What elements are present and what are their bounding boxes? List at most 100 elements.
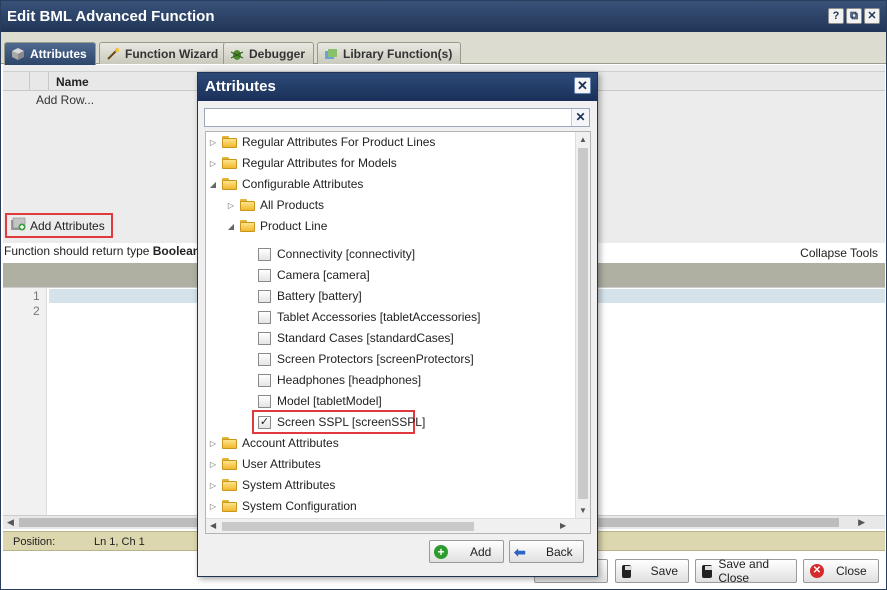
scroll-left-arrow-icon[interactable]: ◀ [7,517,14,528]
tab-function-wizard[interactable]: Function Wizard [99,42,228,64]
scroll-up-arrow-icon[interactable]: ▲ [579,135,587,144]
tab-bar: Attributes Function Wizard Debugger Libr… [1,32,886,65]
wand-icon [106,47,120,60]
checkbox[interactable] [258,331,271,345]
tab-attributes-label: Attributes [30,47,87,61]
tree-node-user-attributes[interactable]: ▷ User Attributes [208,454,321,474]
collapse-tools-link[interactable]: Collapse Tools [800,246,878,260]
folder-icon [222,458,237,470]
add-attributes-button[interactable]: Add Attributes [5,213,113,238]
folder-icon [222,178,237,190]
attribute-checkbox-item-selected[interactable]: ✓ Screen SSPL [screenSSPL] [258,412,425,432]
tab-attributes[interactable]: Attributes [4,42,96,65]
scroll-down-arrow-icon[interactable]: ▼ [579,506,587,515]
attribute-search-box: ✕ [204,108,590,127]
save-and-close-label: Save and Close [718,557,770,585]
tree-node-system-attributes[interactable]: ▷ System Attributes [208,475,335,495]
close-window-button[interactable]: ✕ [864,8,880,24]
back-button[interactable]: ⬅ Back [509,540,584,563]
scroll-left-arrow-icon[interactable]: ◀ [210,521,216,530]
tree-node-label: Regular Attributes For Product Lines [242,135,436,149]
checkbox[interactable] [258,268,271,282]
scrollbar-thumb[interactable] [222,522,474,531]
folder-icon [222,500,237,512]
tree-vertical-scrollbar[interactable]: ▲ ▼ [575,132,590,518]
floppy-disk-icon [622,564,632,578]
save-button[interactable]: Save [615,559,689,583]
attribute-checkbox-item[interactable]: Screen Protectors [screenProtectors] [258,349,474,369]
checkbox[interactable] [258,373,271,387]
column-name-header[interactable]: Name [56,75,89,89]
attribute-checkbox-item[interactable]: Camera [camera] [258,265,370,285]
close-label: Close [836,564,867,578]
attribute-checkbox-item[interactable]: Battery [battery] [258,286,362,306]
dialog-close-button[interactable]: ✕ [574,77,591,94]
attribute-label: Tablet Accessories [tabletAccessories] [277,310,481,324]
scroll-right-arrow-icon[interactable]: ▶ [858,517,865,528]
attribute-checkbox-item[interactable]: Headphones [headphones] [258,370,421,390]
save-and-close-button[interactable]: Save and Close [695,557,797,585]
folder-icon [222,479,237,491]
close-button[interactable]: ✕ Close [803,559,879,583]
checkbox[interactable] [258,352,271,366]
attribute-label: Battery [battery] [277,289,362,303]
add-button-label: Add [470,544,492,559]
tree-node-label: System Attributes [242,478,336,492]
attribute-search-input[interactable] [205,109,565,126]
tab-library-functions[interactable]: Library Function(s) [317,42,462,64]
position-label: Position: [13,536,56,548]
close-circle-icon: ✕ [810,564,824,578]
clear-search-icon[interactable]: ✕ [571,109,589,126]
attribute-checkbox-item[interactable]: Model [tabletModel] [258,391,382,411]
attribute-label: Standard Cases [standardCases] [277,331,454,345]
library-icon [324,48,338,60]
tab-debugger-label: Debugger [249,46,306,61]
attribute-label: Screen Protectors [screenProtectors] [277,352,474,366]
collapse-arrow-icon[interactable]: ◢ [226,222,236,231]
tree-node-all-products[interactable]: ▷ All Products [226,195,324,215]
tree-node-account-attributes[interactable]: ▷ Account Attributes [208,433,339,453]
back-arrow-icon: ⬅ [514,543,526,560]
expand-arrow-icon[interactable]: ▷ [208,439,218,448]
scroll-right-arrow-icon[interactable]: ▶ [560,521,566,530]
expand-arrow-icon[interactable]: ▷ [208,460,218,469]
attribute-checkbox-item[interactable]: Connectivity [connectivity] [258,244,415,264]
add-button[interactable]: + Add [429,540,504,563]
add-row-link[interactable]: Add Row... [36,93,94,107]
tab-function-wizard-label: Function Wizard [125,46,219,61]
checkbox-checked[interactable]: ✓ [258,415,271,429]
attribute-checkbox-item[interactable]: Standard Cases [standardCases] [258,328,454,348]
tree-node-configurable-attributes[interactable]: ◢ Configurable Attributes [208,174,363,194]
title-bar: Edit BML Advanced Function ? ⧉ ✕ [1,1,886,32]
tab-debugger[interactable]: Debugger [223,42,315,64]
tree-node-regular-attributes-models[interactable]: ▷ Regular Attributes for Models [208,153,397,173]
expand-arrow-icon[interactable]: ▷ [208,481,218,490]
checkbox[interactable] [258,247,271,261]
attribute-checkbox-item[interactable]: Tablet Accessories [tabletAccessories] [258,307,480,327]
tree-node-regular-attributes-product-lines[interactable]: ▷ Regular Attributes For Product Lines [208,132,436,152]
restore-button[interactable]: ⧉ [846,8,862,24]
checkbox[interactable] [258,310,271,324]
back-button-label: Back [546,544,573,559]
attribute-label: Model [tabletModel] [277,394,382,408]
checkbox[interactable] [258,394,271,408]
help-button[interactable]: ? [828,8,844,24]
tree-node-system-configuration[interactable]: ▷ System Configuration [208,496,357,516]
checkbox[interactable] [258,289,271,303]
folder-icon [222,157,237,169]
scrollbar-thumb[interactable] [578,148,588,499]
expand-arrow-icon[interactable]: ▷ [208,138,218,147]
expand-arrow-icon[interactable]: ▷ [226,201,236,210]
save-label: Save [650,564,678,578]
collapse-arrow-icon[interactable]: ◢ [208,180,218,189]
expand-arrow-icon[interactable]: ▷ [208,502,218,511]
expand-arrow-icon[interactable]: ▷ [208,159,218,168]
function-return-value: Boolean [152,244,201,258]
line-number: 1 [33,289,40,303]
tree-node-product-line[interactable]: ◢ Product Line [226,216,327,236]
tree-node-label: All Products [260,198,325,212]
folder-icon [222,437,237,449]
folder-icon [240,199,255,211]
tree-node-label: Configurable Attributes [242,177,364,191]
tree-horizontal-scrollbar[interactable]: ◀ ▶ [206,518,590,533]
